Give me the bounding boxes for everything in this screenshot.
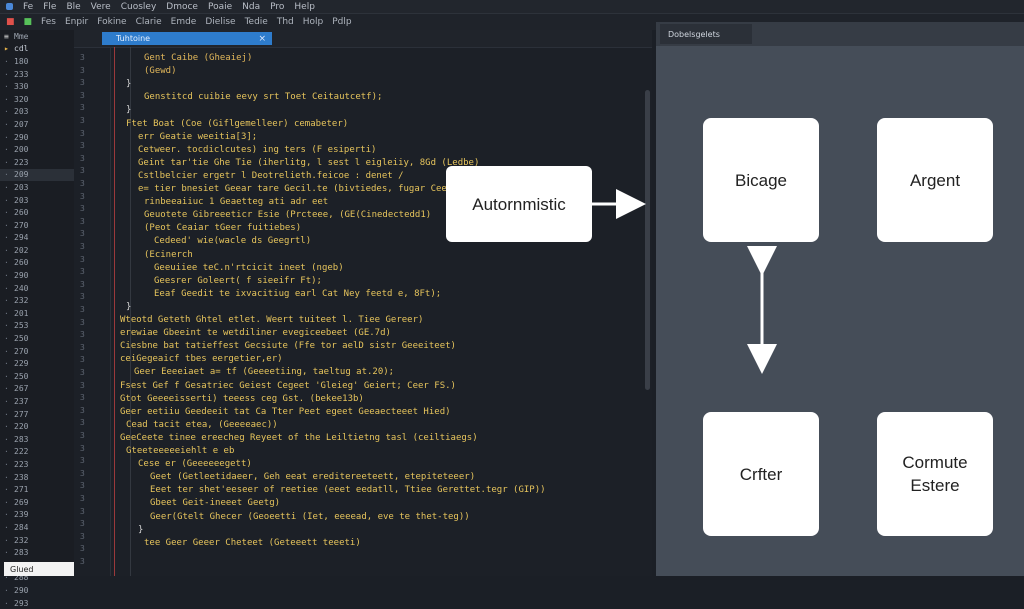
- node-compute-label-2: Estere: [910, 476, 960, 495]
- file-icon: ·: [4, 585, 9, 595]
- node-critter-label: Crfter: [739, 464, 783, 484]
- node-compute-label-1: Cormute: [902, 453, 968, 472]
- diagram-connectors: [592, 189, 777, 374]
- sidebar-file-item[interactable]: · 293: [0, 597, 74, 609]
- node-agent-label: Argent: [909, 170, 961, 190]
- sidebar-file-label: 293: [14, 598, 29, 608]
- node-storage-label: Bicage: [735, 170, 787, 190]
- node-agent[interactable]: Argent: [877, 118, 993, 242]
- file-icon: ·: [4, 598, 9, 608]
- sidebar-file-label: 290: [14, 585, 29, 595]
- sidebar-file-item[interactable]: · 290: [0, 584, 74, 597]
- node-automistic-label: Autornmistic: [472, 194, 566, 214]
- node-automistic[interactable]: Autornmistic: [446, 166, 592, 242]
- node-compute[interactable]: Cormute Estere: [877, 412, 993, 536]
- node-critter[interactable]: Crfter: [703, 412, 819, 536]
- node-storage[interactable]: Bicage: [703, 118, 819, 242]
